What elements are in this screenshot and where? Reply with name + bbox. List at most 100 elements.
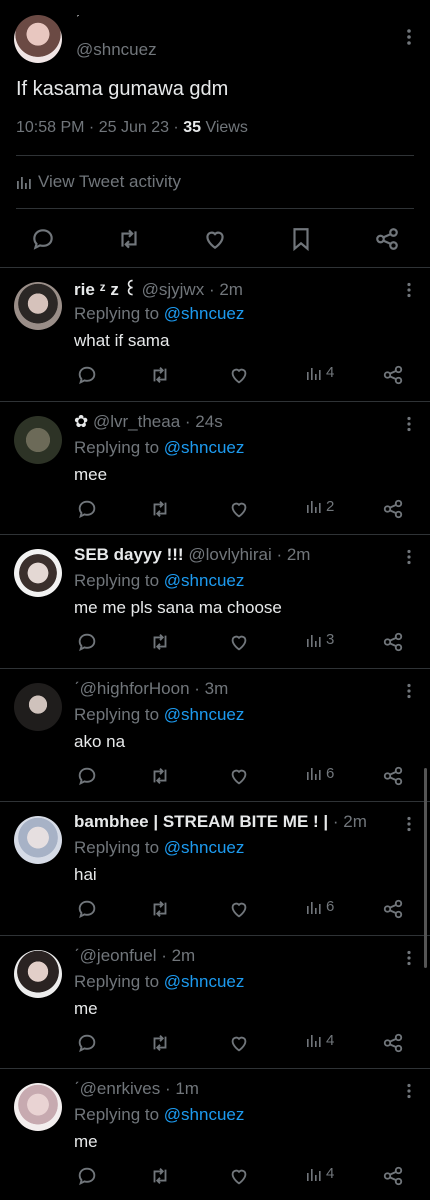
more-icon[interactable] <box>406 683 412 699</box>
reply-icon[interactable] <box>76 631 98 653</box>
retweet-icon[interactable] <box>149 364 171 386</box>
views-count[interactable]: 6 <box>306 765 334 782</box>
like-icon[interactable] <box>228 1165 250 1187</box>
like-icon[interactable] <box>202 226 228 252</box>
mention-link[interactable]: @shncuez <box>164 705 245 724</box>
display-name[interactable]: rie ᶻ z ꒰ <box>74 280 137 299</box>
views-count[interactable]: 6 <box>306 898 334 915</box>
reply-icon[interactable] <box>76 364 98 386</box>
replying-to: Replying to @shncuez <box>74 571 244 591</box>
views-label: Views <box>201 119 248 136</box>
share-icon[interactable] <box>382 631 404 653</box>
mention-link[interactable]: @shncuez <box>164 838 245 857</box>
mention-link[interactable]: @shncuez <box>164 438 245 457</box>
like-icon[interactable] <box>228 898 250 920</box>
views-number: 4 <box>326 1031 335 1049</box>
reply[interactable]: SEB dayyy !!! @lovlyhirai · 2m Replying … <box>0 535 430 669</box>
like-icon[interactable] <box>228 765 250 787</box>
reply-header: bambhee | STREAM BITE ME ! | · 2m <box>74 812 367 831</box>
avatar[interactable] <box>14 415 62 464</box>
views-count[interactable]: 3 <box>306 631 334 648</box>
reply-icon[interactable] <box>76 898 98 920</box>
views-icon <box>307 901 321 914</box>
reply-time: 24s <box>195 411 223 431</box>
retweet-icon[interactable] <box>149 1165 171 1187</box>
handle[interactable]: @lvr_theaa <box>93 412 180 431</box>
retweet-icon[interactable] <box>149 898 171 920</box>
views-number: 2 <box>326 497 335 515</box>
avatar[interactable] <box>14 949 62 998</box>
handle[interactable]: @shncuez <box>76 40 157 60</box>
reply-icon[interactable] <box>76 498 98 520</box>
avatar[interactable] <box>14 682 62 731</box>
reply[interactable]: ✿ @lvr_theaa · 24s Replying to @shncuez … <box>0 402 430 535</box>
reply-icon[interactable] <box>76 1165 98 1187</box>
like-icon[interactable] <box>228 1032 250 1054</box>
more-icon[interactable] <box>406 28 412 46</box>
share-icon[interactable] <box>382 364 404 386</box>
activity-label: View Tweet activity <box>38 172 181 191</box>
reply-text: mee <box>74 464 108 484</box>
mention-link[interactable]: @shncuez <box>164 972 245 991</box>
view-tweet-activity[interactable]: View Tweet activity <box>16 172 181 192</box>
reply[interactable]: ˊ@jeonfuel · 2m Replying to @shncuez me … <box>0 936 430 1069</box>
handle[interactable]: @jeonfuel <box>80 946 157 965</box>
share-icon[interactable] <box>382 498 404 520</box>
mention-link[interactable]: @shncuez <box>164 1105 245 1124</box>
views-count[interactable]: 2 <box>306 498 334 515</box>
replying-to: Replying to @shncuez <box>74 1105 244 1125</box>
share-icon[interactable] <box>382 765 404 787</box>
views-count[interactable]: 4 <box>306 364 334 381</box>
display-name[interactable]: bambhee | STREAM BITE ME ! | <box>74 812 328 831</box>
avatar[interactable] <box>14 282 62 330</box>
avatar[interactable] <box>14 15 62 63</box>
handle[interactable]: @sjyjwx <box>142 280 205 299</box>
more-icon[interactable] <box>406 950 412 966</box>
mention-link[interactable]: @shncuez <box>164 304 245 323</box>
like-icon[interactable] <box>228 631 250 653</box>
main-tweet: ˊ @shncuez If kasama gumawa gdm 10:58 PM… <box>0 0 430 268</box>
replying-label: Replying to <box>74 704 164 724</box>
scrollbar[interactable] <box>424 768 427 968</box>
display-name[interactable]: ˊ <box>76 14 80 26</box>
more-icon[interactable] <box>406 416 412 432</box>
more-icon[interactable] <box>406 282 412 298</box>
retweet-icon[interactable] <box>149 765 171 787</box>
avatar[interactable] <box>14 549 62 597</box>
avatar[interactable] <box>14 1083 62 1131</box>
display-name[interactable]: ✿ <box>74 412 88 431</box>
reply-icon[interactable] <box>30 226 56 252</box>
share-icon[interactable] <box>382 1032 404 1054</box>
retweet-icon[interactable] <box>149 1032 171 1054</box>
like-icon[interactable] <box>228 498 250 520</box>
share-icon[interactable] <box>382 898 404 920</box>
mention-link[interactable]: @shncuez <box>164 571 245 590</box>
share-icon[interactable] <box>382 1165 404 1187</box>
reply-icon[interactable] <box>76 765 98 787</box>
more-icon[interactable] <box>406 816 412 832</box>
handle[interactable]: @lovlyhirai <box>188 545 271 564</box>
retweet-icon[interactable] <box>149 631 171 653</box>
more-icon[interactable] <box>406 1083 412 1099</box>
divider <box>16 155 414 156</box>
views-icon <box>307 634 321 647</box>
views-count[interactable]: 4 <box>306 1032 334 1049</box>
handle[interactable]: @enrkives <box>80 1079 161 1098</box>
reply[interactable]: bambhee | STREAM BITE ME ! | · 2m Replyi… <box>0 802 430 936</box>
avatar[interactable] <box>14 816 62 864</box>
reply[interactable]: ˊ@enrkives · 1m Replying to @shncuez me … <box>0 1069 430 1200</box>
retweet-icon[interactable] <box>149 498 171 520</box>
bookmark-icon[interactable] <box>288 226 314 252</box>
replying-label: Replying to <box>74 1105 164 1124</box>
views-count[interactable]: 4 <box>306 1165 334 1182</box>
reply[interactable]: rie ᶻ z ꒰ @sjyjwx · 2m Replying to @shnc… <box>0 268 430 402</box>
reply-icon[interactable] <box>76 1032 98 1054</box>
more-icon[interactable] <box>406 549 412 565</box>
retweet-icon[interactable] <box>116 226 142 252</box>
views-icon <box>16 174 32 190</box>
share-icon[interactable] <box>374 226 400 252</box>
reply[interactable]: ˊ@highforHoon · 3m Replying to @shncuez … <box>0 669 430 802</box>
display-name[interactable]: SEB dayyy !!! <box>74 545 184 564</box>
like-icon[interactable] <box>228 364 250 386</box>
handle[interactable]: @highforHoon <box>80 679 190 698</box>
